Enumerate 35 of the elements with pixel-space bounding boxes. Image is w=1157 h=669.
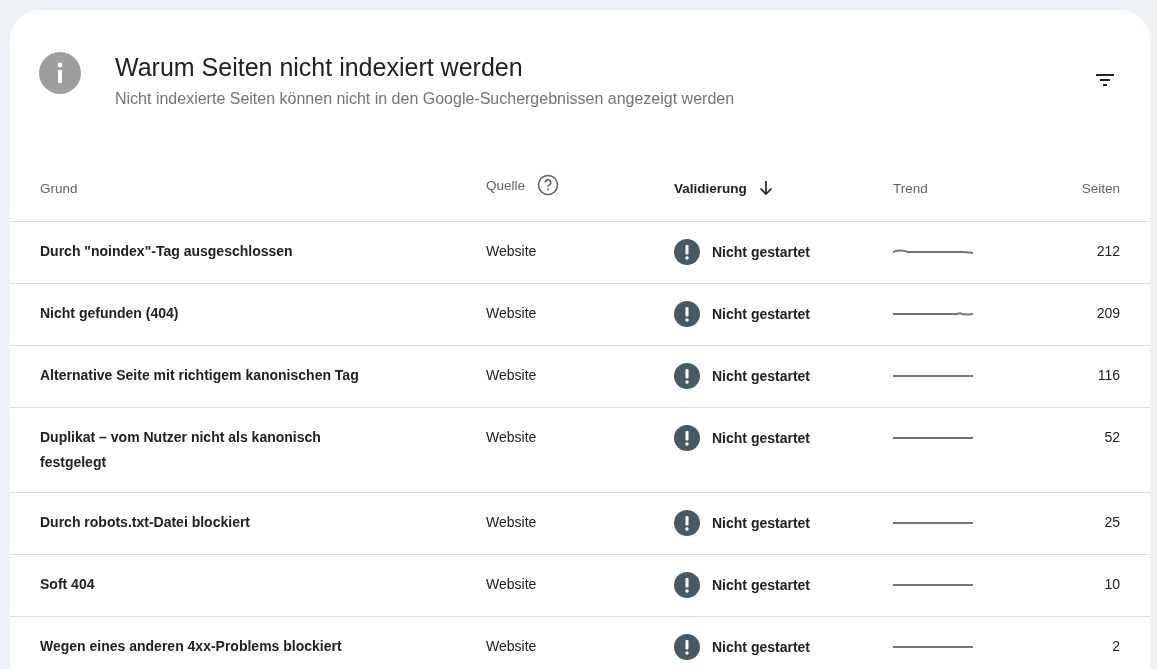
source-text: Website (486, 576, 537, 592)
source-text: Website (486, 514, 537, 530)
page-count: 52 (1104, 429, 1120, 445)
page-count: 2 (1112, 638, 1120, 654)
column-header[interactable]: Grund (40, 181, 78, 196)
source-text: Website (486, 305, 537, 321)
reason-text[interactable]: Durch robots.txt-Datei blockiert (40, 510, 440, 535)
validation-status: Nicht gestartet (712, 637, 811, 657)
reason-text[interactable]: Alternative Seite mit richtigem kanonischen Tag (40, 363, 440, 388)
section-title: Warum Seiten nicht indexiert werden (115, 52, 523, 82)
reason-text[interactable]: Soft 404 (40, 572, 440, 597)
page-count: 116 (1097, 367, 1120, 383)
validation-status: Nicht gestartet (712, 304, 811, 324)
validation-status: Nicht gestartet (712, 366, 811, 386)
column-header[interactable]: Trend (893, 181, 928, 196)
page-count: 25 (1104, 514, 1120, 530)
validation-status: Nicht gestartet (712, 575, 811, 595)
column-header[interactable]: Quelle (486, 177, 526, 193)
column-header[interactable]: Seiten (1081, 181, 1120, 196)
validation-status: Nicht gestartet (712, 428, 811, 448)
page-count: 209 (1096, 305, 1120, 321)
source-text: Website (486, 367, 537, 383)
page-count: 212 (1096, 243, 1120, 259)
reason-text[interactable]: Duplikat – vom Nutzer nicht als kanonisch festgelegt (40, 425, 370, 475)
column-header[interactable]: Validierung (674, 180, 747, 196)
source-text: Website (486, 243, 537, 259)
reason-text[interactable]: Durch "noindex"-Tag ausgeschlossen (40, 239, 440, 264)
validation-status: Nicht gestartet (712, 513, 811, 533)
reason-text[interactable]: Wegen eines anderen 4xx-Problems blockiert (40, 634, 440, 659)
section-subtitle: Nicht indexierte Seiten können nicht in den Google-Suchergebnissen angezeigt werden (115, 90, 736, 108)
source-text: Website (486, 429, 537, 445)
validation-status: Nicht gestartet (712, 242, 811, 262)
page-count: 10 (1104, 576, 1120, 592)
reason-text[interactable]: Nicht gefunden (404) (40, 301, 370, 326)
source-text: Website (486, 638, 537, 654)
